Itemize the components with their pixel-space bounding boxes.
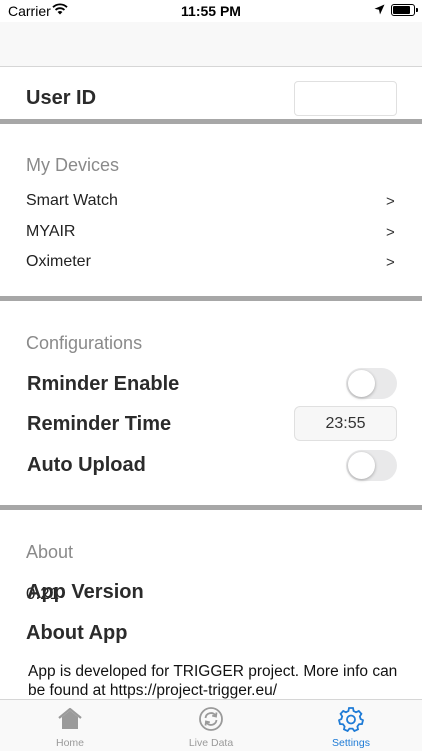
about-app-label: About App — [26, 622, 128, 644]
tab-live-data[interactable]: Live Data — [141, 700, 281, 751]
section-separator — [0, 296, 422, 301]
status-bar: Carrier 11:55 PM — [0, 0, 422, 22]
reminder-time-label: Reminder Time — [27, 413, 172, 435]
device-row-oximeter[interactable]: Oximeter > — [0, 247, 422, 277]
status-time: 11:55 PM — [181, 3, 241, 19]
device-row-smart-watch[interactable]: Smart Watch > — [0, 186, 422, 216]
auto-upload-toggle[interactable] — [346, 450, 397, 481]
chevron-right-icon: > — [386, 254, 395, 271]
tab-settings-label: Settings — [332, 737, 370, 749]
gear-icon — [338, 707, 364, 732]
user-id-input[interactable] — [294, 81, 397, 116]
devices-header: My Devices — [26, 155, 120, 175]
device-row-myair[interactable]: MYAIR > — [0, 217, 422, 247]
reminder-enable-toggle[interactable] — [346, 368, 397, 399]
location-arrow-icon — [374, 4, 385, 15]
chevron-right-icon: > — [386, 193, 395, 210]
device-label: MYAIR — [26, 223, 76, 240]
device-label: Oximeter — [26, 253, 91, 270]
battery-icon — [391, 4, 418, 16]
sync-icon — [199, 707, 223, 731]
home-icon — [58, 707, 82, 729]
about-header: About — [26, 542, 74, 562]
device-label: Smart Watch — [26, 192, 118, 209]
tab-home[interactable]: Home — [0, 700, 140, 751]
user-id-label: User ID — [26, 87, 97, 109]
section-separator — [0, 119, 422, 124]
section-separator — [0, 505, 422, 510]
about-description: App is developed for TRIGGER project. Mo… — [28, 663, 398, 699]
app-version-label: App Version — [27, 581, 144, 603]
auto-upload-label: Auto Upload — [27, 454, 146, 476]
tab-settings[interactable]: Settings — [281, 700, 421, 751]
chevron-right-icon: > — [386, 224, 395, 241]
configurations-header: Configurations — [26, 333, 143, 353]
tab-home-label: Home — [55, 737, 84, 749]
reminder-enable-label: Rminder Enable — [27, 373, 180, 395]
reminder-time-picker[interactable]: 23:55 — [294, 406, 397, 441]
navigation-bar — [0, 22, 422, 67]
tab-bar: Home Live Data Settings — [0, 699, 422, 751]
tab-live-data-label: Live Data — [188, 737, 234, 749]
